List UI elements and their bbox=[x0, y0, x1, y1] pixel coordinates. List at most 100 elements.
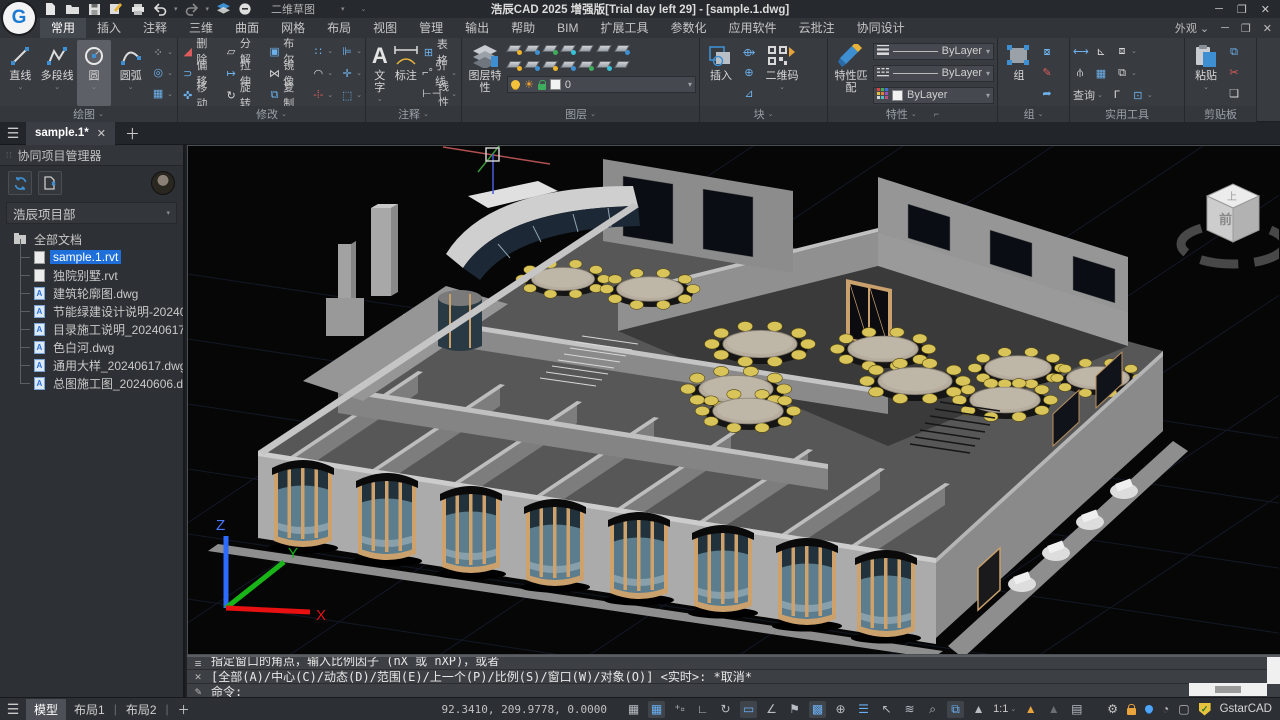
layer-thaw-icon[interactable] bbox=[525, 58, 540, 71]
ortho-toggle-icon[interactable]: ∟ bbox=[694, 701, 711, 718]
tab-layout[interactable]: 布局 bbox=[316, 18, 362, 38]
command-cancel-icon[interactable]: ✕ bbox=[191, 670, 205, 683]
layer-dropdown[interactable]: ☀ 0 ▾ bbox=[507, 76, 696, 93]
dimension-button[interactable]: 标注 bbox=[393, 40, 420, 106]
corner-button[interactable]: Γ bbox=[1110, 87, 1124, 103]
fullscreen-icon[interactable]: ▢ bbox=[1178, 702, 1189, 716]
sync-button[interactable] bbox=[8, 171, 32, 195]
layer-isolate-toggle-icon[interactable]: ≋ bbox=[901, 701, 918, 718]
layer-off-icon[interactable] bbox=[507, 58, 522, 71]
point-tools-button[interactable]: ⁘⌄ bbox=[151, 44, 173, 60]
grid-display-toggle-icon[interactable]: ▦ bbox=[625, 701, 642, 718]
qrcode-button[interactable]: 二维码⌄ bbox=[759, 40, 805, 106]
tab-bim[interactable]: BIM bbox=[546, 18, 589, 38]
layer-lock-state-icon[interactable] bbox=[538, 84, 546, 90]
status-menu-icon[interactable]: ☰ bbox=[0, 701, 26, 718]
layers-icon[interactable] bbox=[215, 2, 231, 17]
tab-help[interactable]: 帮助 bbox=[500, 18, 546, 38]
array-button[interactable]: ∷⌄ bbox=[311, 43, 333, 59]
group-select-button[interactable]: ➦ bbox=[1040, 86, 1054, 102]
cut-button[interactable]: ✂ bbox=[1227, 65, 1241, 81]
quick-properties-toggle-icon[interactable]: ▤ bbox=[1068, 701, 1085, 718]
osnap-3d-toggle-icon[interactable]: ⚑ bbox=[786, 701, 803, 718]
layout1-tab[interactable]: 布局1 bbox=[66, 699, 113, 720]
new-tab-icon[interactable]: ＋ bbox=[125, 123, 140, 144]
layer-merge-icon[interactable] bbox=[597, 58, 612, 71]
dynamic-input-toggle-icon[interactable]: ▭ bbox=[740, 701, 757, 718]
tab-parametric[interactable]: 参数化 bbox=[660, 18, 718, 38]
layer-sun-icon[interactable]: ☀ bbox=[524, 78, 534, 91]
workspace-dropdown[interactable]: 二维草图▾ bbox=[267, 1, 349, 17]
redo-dropdown-icon[interactable]: ▾ bbox=[206, 5, 210, 13]
measure-button[interactable]: ⟷ bbox=[1073, 43, 1087, 59]
center-snap-toggle-icon[interactable]: ⊕ bbox=[832, 701, 849, 718]
group-button[interactable]: 组 bbox=[1001, 40, 1037, 106]
modify-panel-label[interactable]: 修改⌄ bbox=[178, 106, 365, 122]
scrollbar-thumb[interactable] bbox=[1215, 686, 1241, 693]
settings-gear-icon[interactable]: ⚙ bbox=[1107, 702, 1118, 716]
donut-tools-button[interactable]: ◎⌄ bbox=[151, 65, 173, 81]
calculator-button[interactable]: ▦ bbox=[1094, 65, 1108, 81]
doc-close-button[interactable]: ✕ bbox=[1263, 22, 1272, 35]
user-avatar[interactable] bbox=[151, 171, 175, 195]
group-panel-label[interactable]: 组⌄ bbox=[998, 106, 1069, 122]
print-icon[interactable] bbox=[130, 2, 146, 17]
open-folder-icon[interactable] bbox=[64, 2, 80, 17]
polyline-button[interactable]: 多段线⌄ bbox=[40, 40, 75, 106]
copy-base-button[interactable]: ❏ bbox=[1227, 86, 1241, 102]
doc-restore-button[interactable]: ❐ bbox=[1241, 22, 1251, 35]
trim-button[interactable]: ✛⌄ bbox=[340, 65, 362, 81]
annotation-scale-dropdown[interactable]: 1:1⌄ bbox=[993, 703, 1016, 715]
break-button[interactable]: -⁞-⌄ bbox=[311, 87, 333, 103]
doc-minimize-button[interactable]: ─ bbox=[1221, 22, 1229, 34]
hatch-tools-button[interactable]: ▦⌄ bbox=[151, 86, 173, 102]
undo-dropdown-icon[interactable]: ▾ bbox=[174, 5, 178, 13]
save-as-icon[interactable] bbox=[108, 2, 124, 17]
layer-prev-icon[interactable] bbox=[579, 42, 594, 55]
tab-apps[interactable]: 应用软件 bbox=[718, 18, 788, 38]
annotate-panel-label[interactable]: 注释⌄ bbox=[366, 106, 461, 122]
fillet-button[interactable]: ◠⌄ bbox=[311, 65, 333, 81]
tab-express[interactable]: 扩展工具 bbox=[590, 18, 660, 38]
layer-unlock-icon[interactable] bbox=[543, 58, 558, 71]
insert-block-button[interactable]: 插入 bbox=[703, 40, 739, 106]
layer-bulb-icon[interactable] bbox=[511, 80, 520, 89]
drawing-viewport[interactable]: 前 上 Z Y X bbox=[187, 145, 1280, 655]
layout2-tab[interactable]: 布局2 bbox=[118, 699, 165, 720]
minimize-button[interactable]: ─ bbox=[1215, 3, 1223, 16]
layer-match-icon[interactable] bbox=[561, 42, 576, 55]
layer-del-icon[interactable] bbox=[615, 58, 630, 71]
block-panel-label[interactable]: 块⌄ bbox=[700, 106, 827, 122]
tab-home[interactable]: 常用 bbox=[40, 18, 86, 38]
block-edit-button[interactable]: ⟴ bbox=[742, 44, 756, 60]
lineweight-dropdown[interactable]: ByLayer▾ bbox=[873, 43, 994, 60]
utilities-panel-label[interactable]: 实用工具 bbox=[1070, 106, 1184, 122]
paste-button[interactable]: 粘贴⌄ bbox=[1188, 40, 1224, 106]
group-edit-button[interactable]: ✎ bbox=[1040, 65, 1054, 81]
properties-launcher-icon[interactable]: ⌐ bbox=[934, 109, 939, 119]
annotation-auto-toggle-icon[interactable]: ▲ bbox=[1022, 701, 1039, 718]
hardware-accel-icon[interactable] bbox=[1145, 705, 1153, 713]
layer-walk-icon[interactable] bbox=[579, 58, 594, 71]
undo-icon[interactable] bbox=[152, 2, 168, 17]
security-shield-icon[interactable]: ✓ bbox=[1199, 703, 1211, 716]
color-dropdown[interactable]: ByLayer▾ bbox=[873, 87, 994, 104]
lineweight-toggle-icon[interactable]: ☰ bbox=[855, 701, 872, 718]
quick-select-button[interactable]: ⊡⌄ bbox=[1131, 87, 1153, 103]
zoom-preview-toggle-icon[interactable]: ⌕ bbox=[924, 701, 941, 718]
circle-button[interactable]: 圆⌄ bbox=[77, 40, 112, 106]
panel-header[interactable]: ⁞⁞ 协同项目管理器 bbox=[0, 145, 183, 166]
tab-close-icon[interactable]: ✕ bbox=[97, 127, 106, 140]
app-logo-icon[interactable]: G bbox=[3, 2, 35, 34]
align-button[interactable]: ⊫⌄ bbox=[340, 43, 362, 59]
ui-lock-icon[interactable] bbox=[1127, 708, 1136, 715]
match-properties-button[interactable]: 特性匹配 bbox=[831, 40, 871, 106]
tab-cloud-markup[interactable]: 云批注 bbox=[788, 18, 846, 38]
layer-lock-icon[interactable] bbox=[543, 42, 558, 55]
linetype-dropdown[interactable]: ByLayer▾ bbox=[873, 65, 994, 82]
command-horizontal-scrollbar[interactable] bbox=[1189, 683, 1267, 696]
list-button[interactable]: ⧈⌄ bbox=[1115, 43, 1137, 59]
linear-button[interactable]: ⊢⊣线性⌄ bbox=[422, 86, 457, 102]
project-dropdown[interactable]: 浩辰项目部 ▾ bbox=[6, 202, 177, 224]
tab-view[interactable]: 视图 bbox=[362, 18, 408, 38]
